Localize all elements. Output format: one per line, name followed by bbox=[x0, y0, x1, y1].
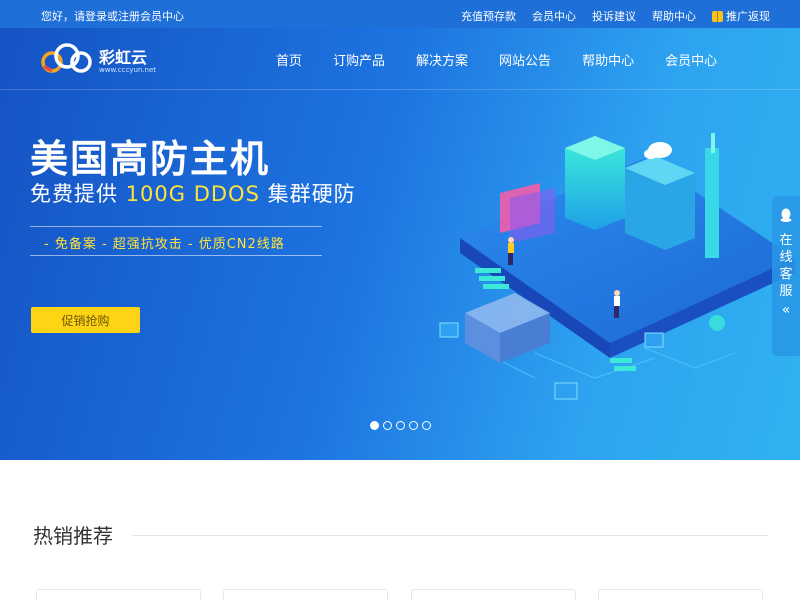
slide-dot[interactable] bbox=[396, 421, 405, 430]
top-bar: 您好，请登录或注册会员中心 充值预存款 会员中心 投诉建议 帮助中心 推广返现 bbox=[0, 0, 800, 28]
divider bbox=[30, 226, 322, 227]
online-service-tab[interactable]: 在 线 客 服 « bbox=[772, 196, 800, 356]
product-card[interactable] bbox=[223, 589, 388, 600]
product-card[interactable] bbox=[598, 589, 763, 600]
nav-menu: 首页 订购产品 解决方案 网站公告 帮助中心 会员中心 bbox=[276, 50, 717, 69]
member-center-link[interactable]: 会员中心 bbox=[532, 8, 576, 24]
referral-link[interactable]: 推广返现 bbox=[712, 8, 770, 24]
nav-item-products[interactable]: 订购产品 bbox=[333, 50, 385, 69]
gift-icon bbox=[712, 10, 723, 22]
subtitle-post: 集群硬防 bbox=[259, 182, 356, 206]
double-chevron-left-icon: « bbox=[781, 302, 791, 318]
section-title: 热销推荐 bbox=[33, 524, 113, 548]
slide-dot[interactable] bbox=[383, 421, 392, 430]
nav-item-member[interactable]: 会员中心 bbox=[665, 50, 717, 69]
datacenter-illustration bbox=[439, 133, 795, 400]
product-card[interactable] bbox=[411, 589, 576, 600]
service-char: 在 bbox=[779, 233, 793, 248]
hero-banner: 彩虹云 www.cccyun.net 首页 订购产品 解决方案 网站公告 帮助中… bbox=[0, 28, 800, 460]
subtitle-highlight: 100G DDOS bbox=[125, 182, 260, 206]
subtitle-pre: 免费提供 bbox=[30, 182, 126, 206]
slide-dot[interactable] bbox=[370, 421, 379, 430]
nav-item-help[interactable]: 帮助中心 bbox=[582, 50, 634, 69]
product-card[interactable] bbox=[36, 589, 201, 600]
divider bbox=[30, 255, 322, 256]
slide-dot[interactable] bbox=[409, 421, 418, 430]
top-links: 充值预存款 会员中心 投诉建议 帮助中心 推广返现 bbox=[461, 8, 770, 24]
complaint-link[interactable]: 投诉建议 bbox=[592, 8, 636, 24]
site-logo[interactable]: 彩虹云 www.cccyun.net bbox=[40, 42, 156, 76]
logo-name: 彩虹云 bbox=[99, 48, 148, 67]
banner-subtitle: 免费提供 100G DDOS 集群硬防 bbox=[30, 178, 356, 208]
referral-label: 推广返现 bbox=[726, 10, 770, 23]
slide-dot[interactable] bbox=[422, 421, 431, 430]
service-char: 线 bbox=[779, 250, 793, 265]
recharge-link[interactable]: 充值预存款 bbox=[461, 8, 516, 24]
service-char: 客 bbox=[779, 267, 793, 282]
service-label: 在 线 客 服 bbox=[779, 232, 792, 300]
section-divider bbox=[132, 535, 768, 536]
cloud-logo-icon bbox=[41, 43, 92, 73]
banner-title: 美国高防主机 bbox=[30, 137, 271, 181]
logo-url: www.cccyun.net bbox=[99, 66, 157, 74]
main-nav: 彩虹云 www.cccyun.net 首页 订购产品 解决方案 网站公告 帮助中… bbox=[0, 28, 800, 90]
login-prompt-link[interactable]: 您好，请登录或注册会员中心 bbox=[41, 8, 184, 24]
penguin-icon bbox=[780, 208, 792, 222]
nav-item-home[interactable]: 首页 bbox=[276, 50, 302, 69]
nav-item-announcements[interactable]: 网站公告 bbox=[499, 50, 551, 69]
promo-buy-button[interactable]: 促销抢购 bbox=[31, 307, 140, 333]
banner-features: - 免备案 - 超强抗攻击 - 优质CN2线路 bbox=[44, 237, 285, 252]
help-center-link[interactable]: 帮助中心 bbox=[652, 8, 696, 24]
nav-item-solutions[interactable]: 解决方案 bbox=[416, 50, 468, 69]
service-char: 服 bbox=[779, 284, 793, 299]
slide-indicators bbox=[370, 421, 431, 430]
